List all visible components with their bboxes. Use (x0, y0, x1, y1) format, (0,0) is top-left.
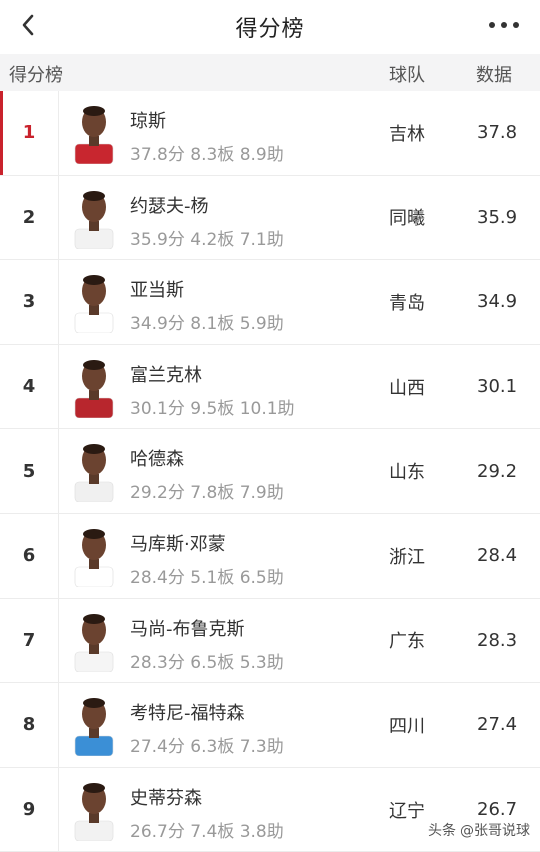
team-name: 辽宁 (389, 800, 425, 822)
team-name: 广东 (389, 631, 425, 653)
row-divider (58, 767, 59, 852)
player-avatar (71, 692, 117, 757)
team-name: 青岛 (389, 292, 425, 314)
player-row[interactable]: 1 琼斯 37.8分 8.3板 8.9助 吉林 37.8 (0, 91, 540, 176)
player-row[interactable]: 8 考特尼-福特森 27.4分 6.3板 7.3助 四川 27.4 (0, 683, 540, 768)
row-divider (58, 513, 59, 598)
player-avatar (71, 184, 117, 249)
player-name: 富兰克林 (130, 364, 202, 386)
player-name: 考特尼-福特森 (130, 703, 245, 725)
team-name: 山西 (389, 377, 425, 399)
player-row[interactable]: 4 富兰克林 30.1分 9.5板 10.1助 山西 30.1 (0, 344, 540, 430)
player-name: 亚当斯 (130, 280, 184, 302)
player-stats: 34.9分 8.1板 5.9助 (130, 314, 284, 335)
rank-number: 1 (22, 122, 36, 144)
more-options-icon[interactable] (486, 15, 522, 35)
score-value: 29.2 (477, 460, 518, 482)
team-name: 同曦 (389, 208, 425, 230)
header-ranking-label: 得分榜 (9, 65, 63, 86)
score-value: 37.8 (477, 122, 518, 144)
rank-number: 9 (22, 799, 36, 821)
player-stats: 35.9分 4.2板 7.1助 (130, 229, 284, 250)
watermark: 头条 @张哥说球 (428, 820, 530, 840)
player-stats: 28.4分 5.1板 6.5助 (130, 567, 284, 588)
player-stats: 28.3分 6.5板 5.3助 (130, 652, 284, 673)
header-data-label: 数据 (476, 65, 512, 86)
team-name: 四川 (389, 715, 425, 737)
rank-number: 5 (22, 460, 36, 482)
rank-number: 2 (22, 206, 36, 228)
player-stats: 37.8分 8.3板 8.9助 (130, 145, 284, 165)
player-avatar (71, 100, 117, 164)
ranking-list: 1 琼斯 37.8分 8.3板 8.9助 吉林 37.8 2 约瑟夫-杨 35.… (0, 91, 540, 852)
top-nav-bar: 得分榜 (0, 0, 540, 54)
watermark-handle: @张哥说球 (460, 823, 530, 839)
player-avatar (71, 353, 117, 418)
player-name: 马库斯·邓蒙 (130, 533, 226, 555)
team-name: 浙江 (389, 546, 425, 568)
rank-number: 4 (22, 376, 36, 398)
player-avatar (71, 269, 117, 334)
player-avatar (71, 522, 117, 587)
score-value: 28.3 (477, 629, 518, 651)
player-name: 琼斯 (130, 111, 166, 132)
player-row[interactable]: 2 约瑟夫-杨 35.9分 4.2板 7.1助 同曦 35.9 (0, 175, 540, 261)
player-avatar (71, 776, 117, 841)
score-value: 35.9 (477, 206, 518, 228)
player-stats: 29.2分 7.8板 7.9助 (130, 483, 284, 504)
player-row[interactable]: 6 马库斯·邓蒙 28.4分 5.1板 6.5助 浙江 28.4 (0, 513, 540, 599)
score-value: 28.4 (477, 545, 518, 567)
rank-number: 8 (22, 714, 36, 736)
player-stats: 30.1分 9.5板 10.1助 (130, 398, 295, 419)
row-divider (58, 344, 59, 429)
row-divider (58, 175, 59, 260)
team-name: 山东 (389, 462, 425, 484)
player-row[interactable]: 3 亚当斯 34.9分 8.1板 5.9助 青岛 34.9 (0, 260, 540, 345)
score-value: 27.4 (477, 714, 518, 736)
player-row[interactable]: 5 哈德森 29.2分 7.8板 7.9助 山东 29.2 (0, 429, 540, 514)
page-title: 得分榜 (235, 17, 305, 42)
player-avatar (71, 438, 117, 503)
watermark-prefix: 头条 (428, 823, 456, 839)
row-divider (58, 260, 59, 344)
table-header: 得分榜 球队 数据 (0, 54, 540, 91)
player-name: 史蒂芬森 (130, 787, 202, 809)
player-stats: 26.7分 7.4板 3.8助 (130, 821, 284, 842)
team-name: 吉林 (389, 123, 425, 145)
player-avatar (71, 607, 117, 672)
row-divider (58, 91, 59, 175)
score-value: 34.9 (477, 291, 518, 313)
rank-number: 6 (22, 545, 36, 567)
row-divider (58, 683, 59, 767)
player-name: 马尚-布鲁克斯 (130, 618, 245, 640)
player-stats: 27.4分 6.3板 7.3助 (130, 737, 284, 758)
row-divider (58, 429, 59, 513)
score-value: 30.1 (477, 376, 518, 398)
player-name: 约瑟夫-杨 (130, 195, 209, 217)
rank-number: 7 (22, 629, 36, 651)
rank-number: 3 (22, 291, 36, 313)
back-arrow-icon[interactable] (14, 10, 44, 40)
player-name: 哈德森 (130, 449, 184, 471)
player-row[interactable]: 7 马尚-布鲁克斯 28.3分 6.5板 5.3助 广东 28.3 (0, 598, 540, 684)
row-divider (58, 598, 59, 683)
header-team-label: 球队 (389, 65, 425, 86)
